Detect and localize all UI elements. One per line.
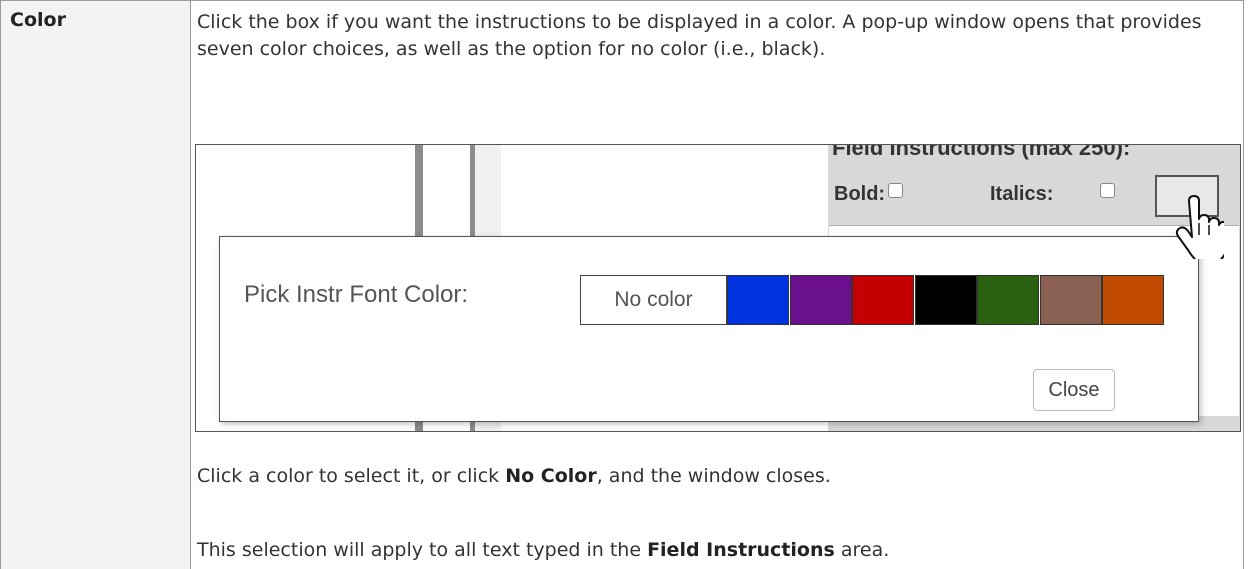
term-cell: Color (0, 0, 191, 569)
color-swatch[interactable] (914, 275, 977, 325)
apply-text-end: area. (834, 539, 890, 561)
color-swatch[interactable] (727, 275, 789, 325)
apply-text: This selection will apply to all text ty… (197, 539, 648, 561)
color-swatch[interactable] (1102, 275, 1164, 325)
select-color-paragraph: Click a color to select it, or click No … (197, 463, 1227, 490)
italics-checkbox[interactable] (1100, 183, 1115, 198)
no-color-emphasis: No Color (505, 465, 597, 487)
color-swatch[interactable] (977, 275, 1039, 325)
bold-checkbox[interactable] (888, 183, 903, 198)
close-button[interactable]: Close (1033, 369, 1115, 411)
apply-paragraph: This selection will apply to all text ty… (197, 537, 1227, 564)
color-swatch[interactable] (1039, 275, 1102, 325)
intro-paragraph: Click the box if you want the instructio… (197, 11, 1202, 60)
embedded-screenshot: Field Instructions (max 250): Bold: Ital… (195, 144, 1241, 432)
bold-label: Bold: (834, 183, 886, 205)
term-label: Color (10, 9, 66, 31)
field-instructions-label: Field Instructions (max 250): (832, 144, 1131, 160)
italics-label: Italics: (990, 183, 1054, 205)
hand-pointer-icon (1175, 195, 1224, 259)
field-instructions-emphasis: Field Instructions (647, 539, 835, 561)
color-swatch[interactable] (852, 275, 914, 325)
select-color-text: Click a color to select it, or click (197, 465, 506, 487)
definition-table: Color Click the box if you want the inst… (0, 0, 1244, 569)
color-swatch[interactable] (789, 275, 852, 325)
no-color-button[interactable]: No color (580, 275, 727, 325)
select-color-text-end: , and the window closes. (596, 465, 831, 487)
color-popup: Pick Instr Font Color: No color Close (219, 236, 1199, 422)
pick-color-label: Pick Instr Font Color: (244, 281, 469, 308)
